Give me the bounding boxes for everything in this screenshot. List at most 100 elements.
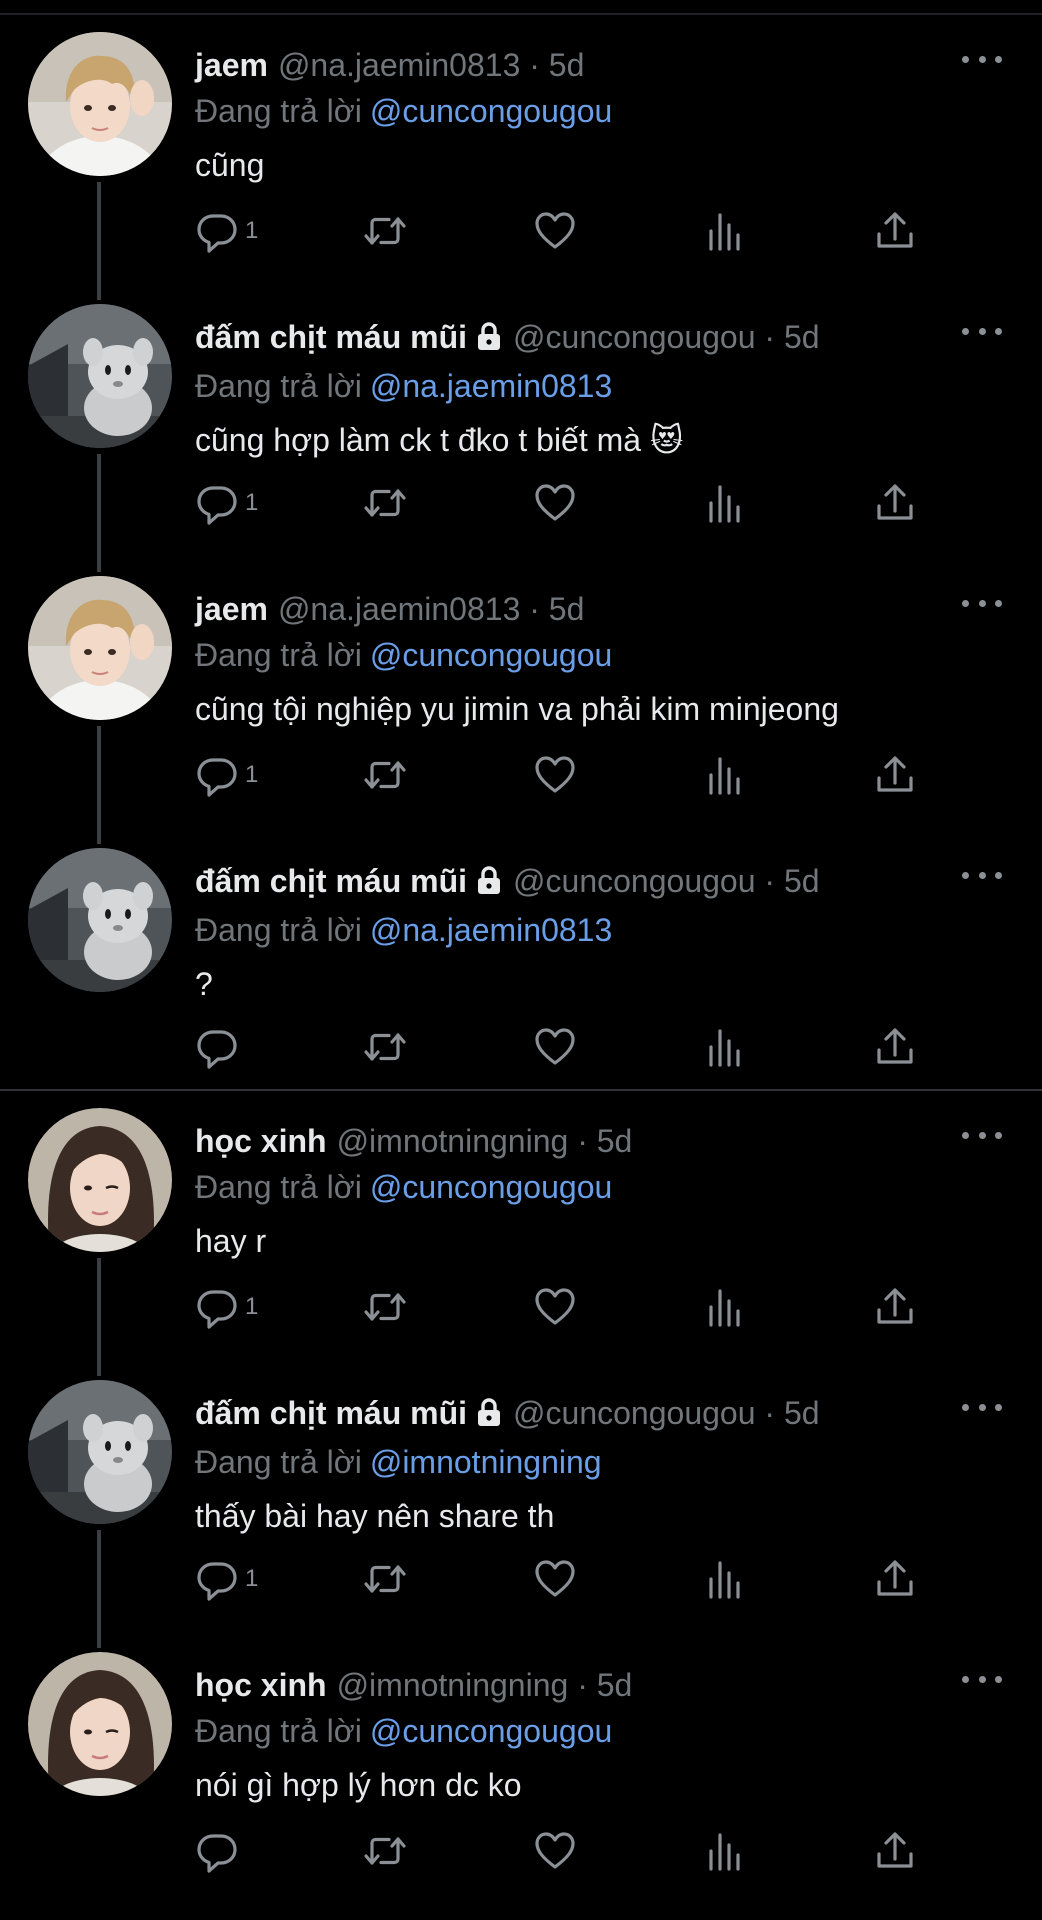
user-handle[interactable]: @na.jaemin0813 xyxy=(278,47,520,83)
like-button[interactable] xyxy=(533,752,577,798)
like-button[interactable] xyxy=(533,1828,577,1874)
views-button[interactable] xyxy=(703,1828,747,1874)
like-button[interactable] xyxy=(533,1284,577,1330)
share-button[interactable] xyxy=(873,1828,917,1874)
timestamp[interactable]: 5d xyxy=(784,319,820,355)
reply-icon xyxy=(197,486,237,525)
user-handle[interactable]: @cuncongougou xyxy=(513,863,755,899)
display-name[interactable]: jaem xyxy=(195,47,268,83)
mention-link[interactable]: @na.jaemin0813 xyxy=(370,368,612,404)
views-icon xyxy=(709,1289,740,1327)
retweet-button[interactable] xyxy=(363,208,407,254)
mention-link[interactable]: @cuncongougou xyxy=(370,93,612,129)
views-button[interactable] xyxy=(703,1024,747,1070)
reply-button[interactable]: 1 xyxy=(195,208,258,254)
mention-link[interactable]: @cuncongougou xyxy=(370,1169,612,1205)
tweet[interactable]: đấm chịt máu mũi @cuncongougou · 5d Đang … xyxy=(0,287,1042,572)
like-icon xyxy=(535,1560,575,1597)
views-button[interactable] xyxy=(703,752,747,798)
display-name[interactable]: học xinh xyxy=(195,1123,327,1159)
views-button[interactable] xyxy=(703,208,747,254)
hocxinh-avatar[interactable] xyxy=(28,1652,172,1796)
reply-button[interactable]: 1 xyxy=(195,1284,258,1330)
display-name[interactable]: jaem xyxy=(195,591,268,627)
reply-count: 1 xyxy=(245,761,259,788)
more-options-button[interactable] xyxy=(962,1399,1002,1415)
retweet-button[interactable] xyxy=(363,752,407,798)
timestamp[interactable]: 5d xyxy=(784,863,820,899)
lock-icon xyxy=(475,864,503,904)
like-button[interactable] xyxy=(533,1024,577,1070)
more-options-button[interactable] xyxy=(962,1127,1002,1143)
reply-button[interactable]: 1 xyxy=(195,480,258,526)
like-button[interactable] xyxy=(533,480,577,526)
user-handle[interactable]: @na.jaemin0813 xyxy=(278,591,520,627)
timestamp[interactable]: 5d xyxy=(597,1667,633,1703)
replying-to: Đang trả lời @cuncongougou xyxy=(195,91,1012,131)
views-icon xyxy=(709,1561,740,1599)
reply-button[interactable] xyxy=(195,1024,245,1070)
timestamp[interactable]: 5d xyxy=(597,1123,633,1159)
display-name[interactable]: đấm chịt máu mũi xyxy=(195,1395,467,1431)
mention-link[interactable]: @cuncongougou xyxy=(370,1713,612,1749)
user-handle[interactable]: @cuncongougou xyxy=(513,1395,755,1431)
replying-to: Đang trả lời @imnotningning xyxy=(195,1442,1012,1482)
replying-to-label: Đang trả lời xyxy=(195,368,362,404)
views-button[interactable] xyxy=(703,1284,747,1330)
share-button[interactable] xyxy=(873,208,917,254)
mention-link[interactable]: @cuncongougou xyxy=(370,637,612,673)
jaem-avatar[interactable] xyxy=(28,32,172,176)
timestamp[interactable]: 5d xyxy=(784,1395,820,1431)
retweet-button[interactable] xyxy=(363,1284,407,1330)
tweet[interactable]: đấm chịt máu mũi @cuncongougou · 5d Đang … xyxy=(0,831,1042,1087)
replying-to-label: Đang trả lời xyxy=(195,1169,362,1205)
mention-link[interactable]: @imnotningning xyxy=(370,1444,602,1480)
display-name[interactable]: học xinh xyxy=(195,1667,327,1703)
tweet[interactable]: jaem @na.jaemin0813 · 5d Đang trả lời @cun… xyxy=(0,15,1042,300)
retweet-button[interactable] xyxy=(363,1556,407,1602)
tweet[interactable]: jaem @na.jaemin0813 · 5d Đang trả lời @cun… xyxy=(0,559,1042,844)
retweet-button[interactable] xyxy=(363,1024,407,1070)
plush-avatar[interactable] xyxy=(28,1380,172,1524)
share-button[interactable] xyxy=(873,752,917,798)
reply-button[interactable] xyxy=(195,1828,245,1874)
hocxinh-avatar[interactable] xyxy=(28,1108,172,1252)
retweet-button[interactable] xyxy=(363,1828,407,1874)
tweet-actions: 1 xyxy=(195,208,935,254)
timestamp[interactable]: 5d xyxy=(549,47,585,83)
tweet[interactable]: học xinh @imnotningning · 5d Đang trả lời… xyxy=(0,1091,1042,1376)
tweet-body: đấm chịt máu mũi @cuncongougou · 5d Đang … xyxy=(195,317,1012,460)
share-button[interactable] xyxy=(873,1024,917,1070)
user-handle[interactable]: @imnotningning xyxy=(337,1123,569,1159)
more-options-button[interactable] xyxy=(962,323,1002,339)
more-options-button[interactable] xyxy=(962,1671,1002,1687)
timestamp[interactable]: 5d xyxy=(549,591,585,627)
tweet-text: thấy bài hay nên share th xyxy=(195,1498,555,1534)
retweet-button[interactable] xyxy=(363,480,407,526)
reply-count: 1 xyxy=(245,1293,259,1320)
display-name[interactable]: đấm chịt máu mũi xyxy=(195,319,467,355)
share-button[interactable] xyxy=(873,1284,917,1330)
plush-avatar[interactable] xyxy=(28,304,172,448)
more-options-button[interactable] xyxy=(962,595,1002,611)
views-button[interactable] xyxy=(703,1556,747,1602)
user-handle[interactable]: @cuncongougou xyxy=(513,319,755,355)
share-button[interactable] xyxy=(873,480,917,526)
jaem-avatar[interactable] xyxy=(28,576,172,720)
more-options-button[interactable] xyxy=(962,867,1002,883)
user-handle[interactable]: @imnotningning xyxy=(337,1667,569,1703)
lock-icon xyxy=(475,1396,503,1436)
like-button[interactable] xyxy=(533,1556,577,1602)
like-button[interactable] xyxy=(533,208,577,254)
more-options-button[interactable] xyxy=(962,51,1002,67)
views-button[interactable] xyxy=(703,480,747,526)
tweet[interactable]: đấm chịt máu mũi @cuncongougou · 5d Đang … xyxy=(0,1363,1042,1648)
share-button[interactable] xyxy=(873,1556,917,1602)
display-name[interactable]: đấm chịt máu mũi xyxy=(195,863,467,899)
plush-avatar[interactable] xyxy=(28,848,172,992)
tweet[interactable]: học xinh @imnotningning · 5d Đang trả lời… xyxy=(0,1635,1042,1891)
reply-button[interactable]: 1 xyxy=(195,1556,258,1602)
reply-button[interactable]: 1 xyxy=(195,752,258,798)
retweet-icon xyxy=(364,1565,406,1593)
mention-link[interactable]: @na.jaemin0813 xyxy=(370,912,612,948)
